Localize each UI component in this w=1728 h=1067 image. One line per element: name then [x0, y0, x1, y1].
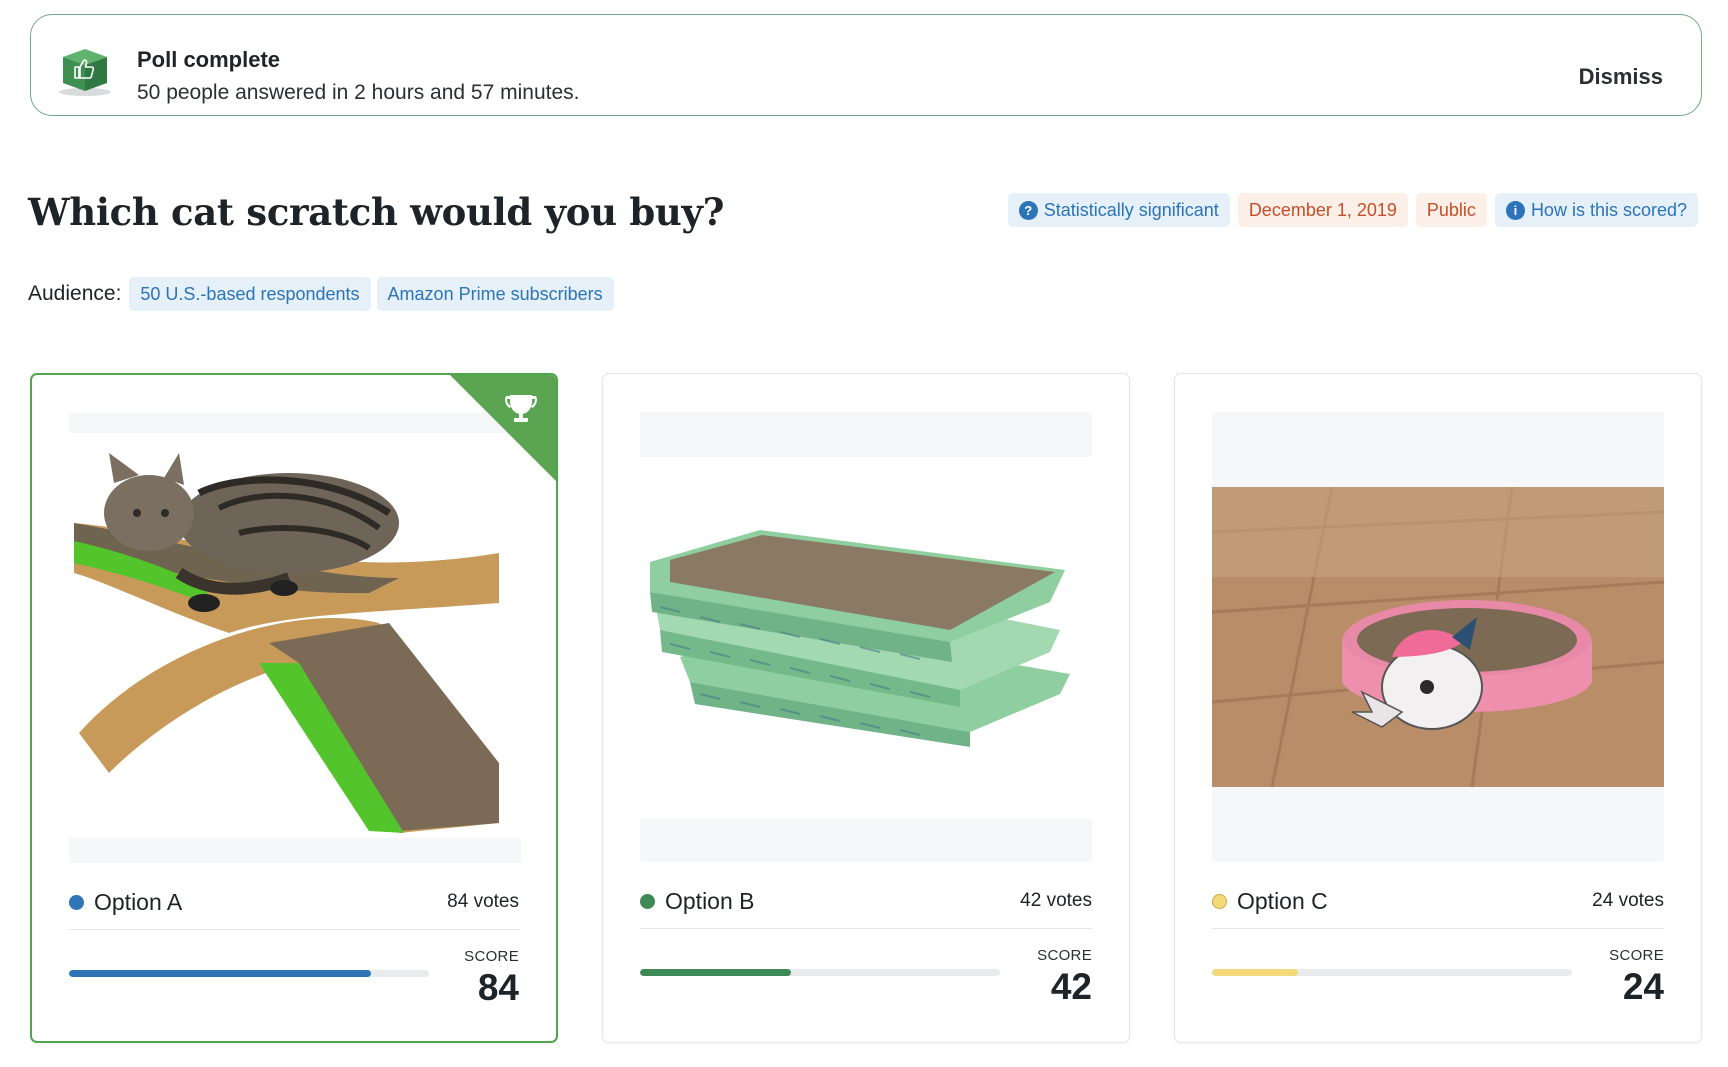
date-badge: December 1, 2019: [1237, 193, 1408, 227]
option-c-votes: 24 votes: [1592, 890, 1664, 911]
option-b-name: Option B: [665, 887, 755, 914]
option-a-score: 84: [477, 967, 519, 1008]
option-b-image: [640, 412, 1092, 862]
option-a-score-bar: [69, 970, 429, 977]
badge-label: Statistically significant: [1043, 199, 1219, 220]
dismiss-button[interactable]: Dismiss: [1579, 64, 1663, 90]
option-b-votes: 42 votes: [1020, 890, 1092, 911]
option-a-header: Option A 84 votes: [69, 885, 519, 919]
option-a-name: Option A: [94, 888, 183, 915]
option-c-image: [1212, 412, 1664, 862]
divider: [1212, 928, 1664, 929]
option-b-header: Option B 42 votes: [640, 884, 1092, 918]
score-label: SCORE: [464, 948, 519, 965]
statistically-significant-badge[interactable]: ? Statistically significant: [1007, 193, 1230, 227]
option-card-a[interactable]: Option A 84 votes SCORE 84: [30, 373, 558, 1043]
audience-row: Audience: 50 U.S.-based respondents Amaz…: [28, 277, 614, 311]
winner-trophy-badge: [450, 375, 556, 481]
visibility-badge: Public: [1415, 193, 1487, 227]
option-card-b[interactable]: Option B 42 votes SCORE 42: [602, 373, 1130, 1043]
poll-badges: ? Statistically significant December 1, …: [1007, 193, 1698, 227]
banner-subtitle: 50 people answered in 2 hours and 57 min…: [137, 81, 580, 104]
score-bar-fill: [640, 969, 792, 976]
divider: [640, 928, 1092, 929]
thumbs-up-cube-icon: [59, 49, 111, 96]
option-b-color-dot: [640, 893, 655, 909]
question-circle-icon: ?: [1018, 200, 1038, 220]
option-b-score-bar: [640, 969, 1000, 976]
option-c-score: 24: [1622, 966, 1664, 1007]
score-label: SCORE: [1609, 947, 1664, 964]
option-b-score: 42: [1050, 966, 1092, 1007]
poll-complete-banner: Poll complete 50 people answered in 2 ho…: [30, 14, 1702, 116]
score-bar-fill: [69, 970, 372, 977]
option-card-c[interactable]: Option C 24 votes SCORE 24: [1174, 373, 1702, 1043]
badge-label: How is this scored?: [1530, 199, 1687, 220]
option-c-header: Option C 24 votes: [1212, 884, 1664, 918]
score-label: SCORE: [1037, 947, 1092, 964]
option-c-color-dot: [1212, 893, 1227, 909]
option-c-name: Option C: [1237, 887, 1328, 914]
badge-label: Public: [1426, 199, 1476, 220]
poll-question-title: Which cat scratch would you buy?: [28, 190, 725, 234]
score-bar-fill: [1212, 969, 1299, 976]
badge-label: December 1, 2019: [1248, 199, 1397, 220]
how-scored-badge[interactable]: i How is this scored?: [1494, 193, 1698, 227]
option-a-votes: 84 votes: [447, 891, 519, 912]
banner-title: Poll complete: [137, 47, 281, 72]
info-circle-icon: i: [1505, 200, 1525, 220]
unicorn-scratcher-image: [1212, 412, 1664, 862]
option-a-color-dot: [69, 894, 84, 910]
audience-tag-respondents[interactable]: 50 U.S.-based respondents: [129, 277, 371, 311]
audience-tag-prime[interactable]: Amazon Prime subscribers: [376, 277, 614, 311]
audience-label: Audience:: [28, 282, 122, 305]
flat-scratchers-image: [640, 412, 1092, 862]
option-c-score-bar: [1212, 969, 1572, 976]
divider: [69, 929, 519, 930]
